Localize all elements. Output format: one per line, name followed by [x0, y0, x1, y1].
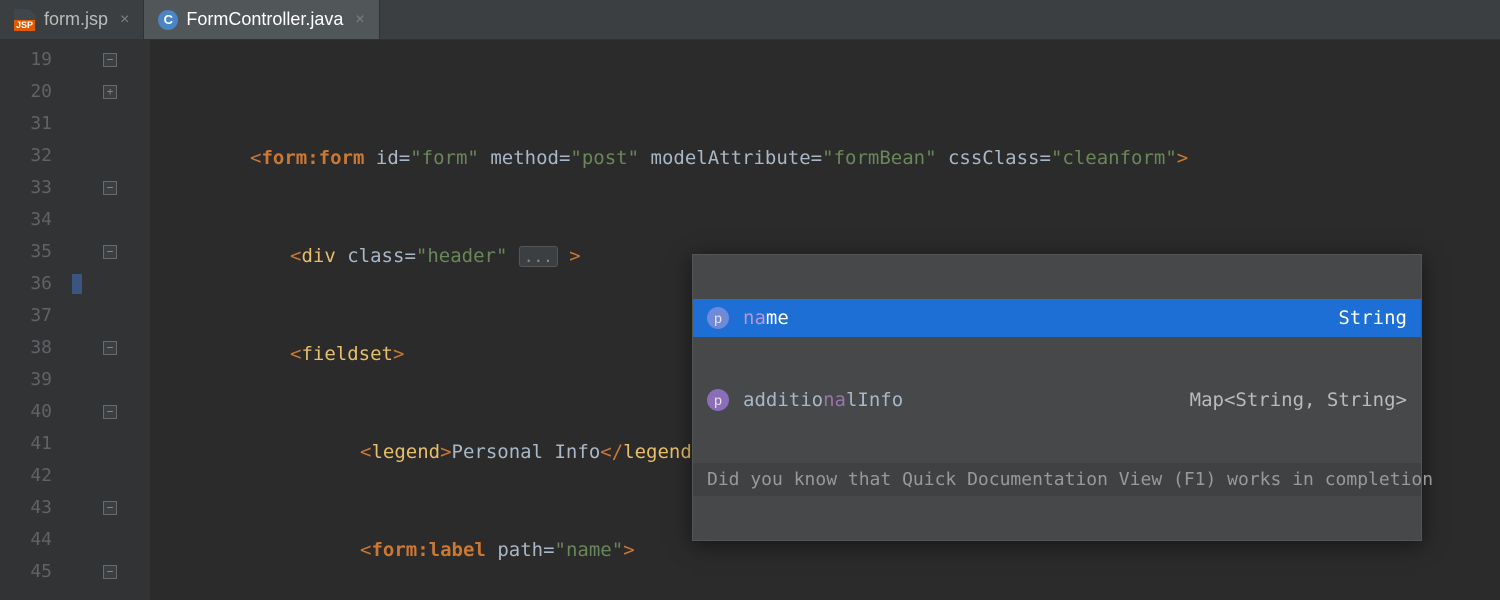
line-number: 20 — [0, 76, 70, 108]
attr-val: "formBean" — [822, 147, 936, 169]
txt: lInfo — [846, 389, 903, 411]
completion-name: name — [743, 307, 1324, 329]
line-number: 37 — [0, 300, 70, 332]
line-numbers: 19 20 31 32 33 34 35 36 37 38 39 40 41 4… — [0, 40, 70, 600]
fold-badge[interactable]: ... — [519, 246, 558, 267]
txt: me — [766, 307, 789, 329]
match: na — [823, 389, 846, 411]
ns: form — [261, 147, 307, 169]
line-number: 31 — [0, 108, 70, 140]
tag-name: div — [301, 245, 335, 267]
line-number: 45 — [0, 556, 70, 588]
line-number: 38 — [0, 332, 70, 364]
text: Personal Info — [452, 441, 601, 463]
editor: 19 20 31 32 33 34 35 36 37 38 39 40 41 4… — [0, 40, 1500, 600]
tag-open: < — [290, 245, 301, 267]
line-number: 35 — [0, 236, 70, 268]
tag-open: < — [250, 147, 261, 169]
gutter: 19 20 31 32 33 34 35 36 37 38 39 40 41 4… — [0, 40, 150, 600]
completion-type: String — [1338, 307, 1407, 329]
tag-close: > — [569, 245, 580, 267]
line-number: 42 — [0, 460, 70, 492]
line-number: 44 — [0, 524, 70, 556]
tab-form-jsp[interactable]: form.jsp × — [0, 0, 144, 39]
fold-collapse-icon[interactable]: − — [103, 181, 117, 195]
line-number: 40 — [0, 396, 70, 428]
fold-column: − + − − − − − − — [70, 40, 150, 600]
property-icon: p — [707, 307, 729, 329]
jsp-file-icon — [14, 9, 36, 31]
fold-collapse-icon[interactable]: − — [103, 341, 117, 355]
java-class-icon: C — [158, 10, 178, 30]
completion-item[interactable]: p name String — [693, 299, 1421, 337]
tag-name: legend — [623, 441, 692, 463]
line-number: 36 — [0, 268, 70, 300]
tag-close: > — [623, 539, 634, 561]
tag-name: form — [319, 147, 365, 169]
tag-name: fieldset — [301, 343, 393, 365]
tab-formcontroller-java[interactable]: C FormController.java × — [144, 0, 379, 39]
code-line[interactable]: <div class="header" ... > — [150, 208, 1500, 240]
completion-name: additionalInfo — [743, 389, 1176, 411]
tab-label: form.jsp — [44, 9, 108, 30]
tag-name: label — [429, 539, 486, 561]
txt: additio — [743, 389, 823, 411]
fold-collapse-icon[interactable]: − — [103, 405, 117, 419]
tag-close: > — [393, 343, 404, 365]
line-number: 39 — [0, 364, 70, 396]
colon: : — [307, 147, 318, 169]
fold-collapse-icon[interactable]: − — [103, 245, 117, 259]
attr-val: "cleanform" — [1051, 147, 1177, 169]
attr: modelAttribute — [651, 147, 811, 169]
ns: form — [371, 539, 417, 561]
attr: class — [347, 245, 404, 267]
tag-open: < — [360, 441, 371, 463]
completion-popup[interactable]: p name String p additionalInfo Map<Strin… — [692, 254, 1422, 541]
fold-collapse-icon[interactable]: − — [103, 53, 117, 67]
tab-label: FormController.java — [186, 9, 343, 30]
completion-type: Map<String, String> — [1190, 389, 1407, 411]
attr-val: "post" — [570, 147, 639, 169]
gutter-caret-marker — [70, 268, 150, 300]
fold-collapse-icon[interactable]: − — [103, 501, 117, 515]
line-number: 41 — [0, 428, 70, 460]
tag-open: < — [290, 343, 301, 365]
tag-name: legend — [371, 441, 440, 463]
close-icon[interactable]: × — [355, 11, 364, 29]
line-number: 33 — [0, 172, 70, 204]
fold-collapse-icon[interactable]: − — [103, 565, 117, 579]
property-icon: p — [707, 389, 729, 411]
attr-val: "header" — [416, 245, 508, 267]
tag-close: > — [440, 441, 451, 463]
attr: path — [497, 539, 543, 561]
attr-val: "name" — [555, 539, 624, 561]
completion-item[interactable]: p additionalInfo Map<String, String> — [693, 381, 1421, 419]
match: na — [743, 307, 766, 329]
line-number: 19 — [0, 44, 70, 76]
tag-open: < — [360, 539, 371, 561]
line-number: 43 — [0, 492, 70, 524]
tag-close: > — [1177, 147, 1188, 169]
code-area[interactable]: <form:form id="form" method="post" model… — [150, 40, 1500, 600]
code-line[interactable]: <form:form id="form" method="post" model… — [150, 110, 1500, 142]
attr: method — [490, 147, 559, 169]
attr: id — [376, 147, 399, 169]
fold-expand-icon[interactable]: + — [103, 85, 117, 99]
attr: cssClass — [948, 147, 1040, 169]
tag-open: </ — [600, 441, 623, 463]
editor-tabs: form.jsp × C FormController.java × — [0, 0, 1500, 40]
colon: : — [417, 539, 428, 561]
line-number: 32 — [0, 140, 70, 172]
attr-val: "form" — [410, 147, 479, 169]
close-icon[interactable]: × — [120, 11, 129, 29]
completion-hint: Did you know that Quick Documentation Vi… — [693, 463, 1421, 496]
line-number: 34 — [0, 204, 70, 236]
